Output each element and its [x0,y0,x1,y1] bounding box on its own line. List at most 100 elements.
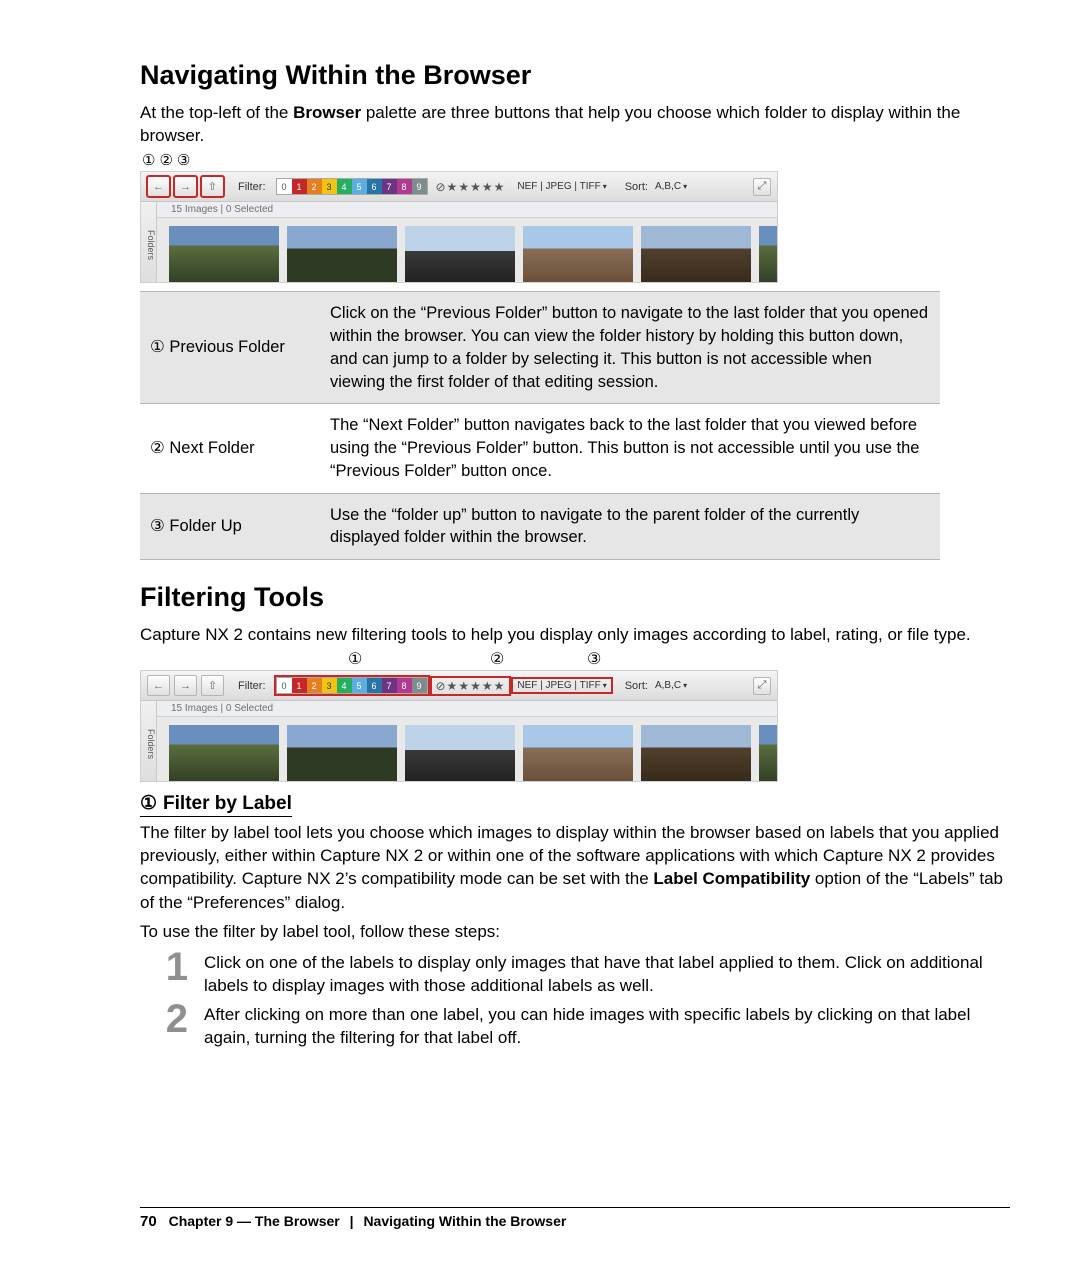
thumbnail[interactable] [523,226,633,282]
txt: A,B,C [655,181,681,192]
toolbar: ← → ⇧ Filter: 0 1 2 3 4 5 6 7 8 9 ⊘★★★★★… [141,671,777,701]
txt: A,B,C [655,680,681,691]
page-footer: 70 Chapter 9 — The Browser | Navigating … [140,1207,1010,1230]
thumbnail[interactable] [405,725,515,781]
label-0[interactable]: 0 [277,678,292,693]
next-folder-button[interactable]: → [174,675,197,696]
label-filter[interactable]: 0 1 2 3 4 5 6 7 8 9 [276,677,428,694]
label-7[interactable]: 7 [382,179,397,194]
txt: NEF | JPEG | TIFF [517,181,600,192]
callout-key: ① Previous Folder [140,292,320,404]
txt: At the top-left of the [140,103,293,122]
filter-by-label-p1: The filter by label tool lets you choose… [140,821,1010,913]
marker-1: ① [348,652,362,668]
footer-section: Navigating Within the Browser [363,1213,566,1229]
txt: NEF | JPEG | TIFF [517,680,600,691]
callout-markers-nav: ① ② ③ [142,153,1010,168]
prev-folder-button[interactable]: ← [147,176,170,197]
sort-label: Sort: [625,181,648,193]
thumbnail[interactable] [641,226,751,282]
thumbnail[interactable] [759,226,777,282]
step-text: Click on one of the labels to display on… [204,949,1010,997]
thumbnail[interactable] [169,725,279,781]
folder-up-button[interactable]: ⇧ [201,675,224,696]
step-number: 1 [158,949,188,985]
table-row: ③ Folder Up Use the “folder up” button t… [140,493,940,560]
rating-filter[interactable]: ⊘★★★★★ [432,678,510,694]
footer-sep: | [350,1213,354,1229]
label-filter[interactable]: 0 1 2 3 4 5 6 7 8 9 [276,178,428,195]
label-0[interactable]: 0 [277,179,292,194]
table-row: ② Next Folder The “Next Folder” button n… [140,404,940,493]
thumbnail[interactable] [523,725,633,781]
thumbnail[interactable] [287,725,397,781]
page-number: 70 [140,1213,157,1230]
section2-intro: Capture NX 2 contains new filtering tool… [140,623,1010,646]
status-bar: 15 Images | 0 Selected [141,701,777,717]
folders-side-tab[interactable]: Folders [141,701,157,781]
next-folder-button[interactable]: → [174,176,197,197]
thumbnail[interactable] [405,226,515,282]
bold-word: Label Compatibility [653,869,810,888]
filetype-filter[interactable]: NEF | JPEG | TIFF▾ [513,679,610,692]
expand-icon[interactable]: ⤢ [753,178,771,196]
marker-2: ② [159,153,172,168]
callout-key: ② Next Folder [140,404,320,493]
thumbnail-strip [141,218,777,282]
filetype-filter[interactable]: NEF | JPEG | TIFF▾ [513,181,610,192]
label-3[interactable]: 3 [322,179,337,194]
thumbnail[interactable] [641,725,751,781]
sort-label: Sort: [625,680,648,692]
sort-value[interactable]: A,B,C▾ [652,181,690,192]
filter-label: Filter: [238,181,266,193]
label-4[interactable]: 4 [337,179,352,194]
marker-3: ③ [587,652,601,668]
table-row: ① Previous Folder Click on the “Previous… [140,292,940,404]
marker-2: ② [490,652,504,668]
callout-markers-filter: ① ② ③ [140,652,1010,670]
label-2[interactable]: 2 [307,179,322,194]
footer-chapter: Chapter 9 — The Browser [169,1213,340,1229]
label-9[interactable]: 9 [412,179,427,194]
sort-value[interactable]: A,B,C▾ [652,680,690,691]
label-1[interactable]: 1 [292,179,307,194]
section2-title: Filtering Tools [140,582,1010,613]
label-9[interactable]: 9 [412,678,427,693]
label-2[interactable]: 2 [307,678,322,693]
toolbar: ← → ⇧ Filter: 0 1 2 3 4 5 6 7 8 9 ⊘★★★★★… [141,172,777,202]
label-7[interactable]: 7 [382,678,397,693]
label-1[interactable]: 1 [292,678,307,693]
chevron-down-icon: ▾ [681,182,687,191]
chevron-down-icon: ▾ [601,182,607,191]
rating-filter[interactable]: ⊘★★★★★ [432,180,510,194]
chevron-down-icon: ▾ [681,681,687,690]
section1-intro: At the top-left of the Browser palette a… [140,101,1010,147]
folder-up-button[interactable]: ⇧ [201,176,224,197]
label-6[interactable]: 6 [367,179,382,194]
thumbnail[interactable] [169,226,279,282]
browser-screenshot-nav: ← → ⇧ Filter: 0 1 2 3 4 5 6 7 8 9 ⊘★★★★★… [140,171,778,283]
label-4[interactable]: 4 [337,678,352,693]
marker-3: ③ [177,153,190,168]
chevron-down-icon: ▾ [601,681,607,690]
thumbnail-strip [141,717,777,781]
label-3[interactable]: 3 [322,678,337,693]
prev-folder-button[interactable]: ← [147,675,170,696]
label-8[interactable]: 8 [397,179,412,194]
status-bar: 15 Images | 0 Selected [141,202,777,218]
label-6[interactable]: 6 [367,678,382,693]
callout-key: ③ Folder Up [140,493,320,560]
expand-icon[interactable]: ⤢ [753,677,771,695]
nav-callout-table: ① Previous Folder Click on the “Previous… [140,291,940,560]
label-5[interactable]: 5 [352,179,367,194]
marker-1: ① [142,153,155,168]
filter-by-label-p2: To use the filter by label tool, follow … [140,920,1010,943]
label-8[interactable]: 8 [397,678,412,693]
thumbnail[interactable] [287,226,397,282]
thumbnail[interactable] [759,725,777,781]
step-number: 2 [158,1001,188,1037]
folders-side-tab[interactable]: Folders [141,202,157,282]
filter-label: Filter: [238,680,266,692]
step-2: 2 After clicking on more than one label,… [158,1001,1010,1049]
label-5[interactable]: 5 [352,678,367,693]
